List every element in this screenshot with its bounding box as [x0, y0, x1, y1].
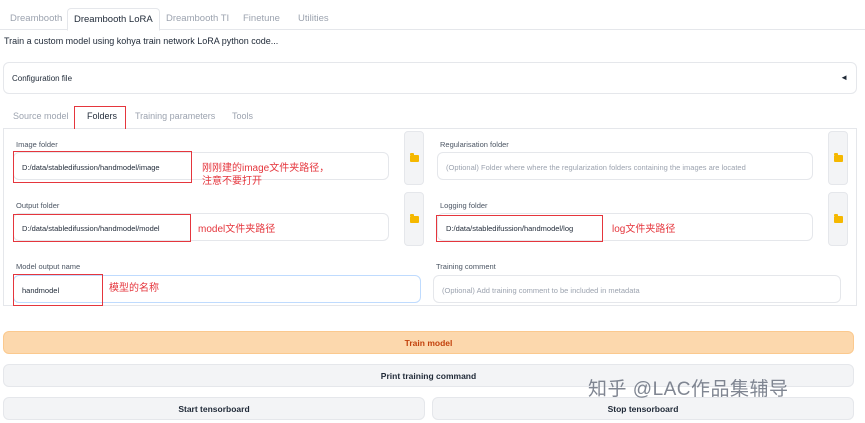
- start-tensorboard-button[interactable]: Start tensorboard: [3, 397, 425, 420]
- image-folder-annotation: 刚刚建的image文件夹路径， 注意不要打开: [202, 162, 329, 188]
- tab-utilities[interactable]: Utilities: [292, 8, 335, 30]
- folder-icon: [409, 152, 419, 162]
- regularisation-folder-browse-button[interactable]: [828, 131, 848, 185]
- model-output-name-input[interactable]: handmodel: [13, 275, 421, 303]
- image-annotation-line-1: 刚刚建的image文件夹路径，: [202, 163, 330, 174]
- tab-training-parameters[interactable]: Training parameters: [135, 111, 215, 121]
- sub-tab-bar: Source model Folders Training parameters…: [3, 107, 857, 129]
- tab-dreambooth[interactable]: Dreambooth: [4, 8, 68, 30]
- tab-dreambooth-lora[interactable]: Dreambooth LoRA: [67, 8, 160, 31]
- configuration-file-accordion[interactable]: Configuration file ◄: [3, 62, 857, 94]
- logging-folder-annotation: log文件夹路径: [612, 224, 676, 235]
- logging-folder-label: Logging folder: [440, 201, 488, 210]
- image-folder-input[interactable]: D:/data/stabledifussion/handmodel/image: [13, 152, 389, 180]
- model-output-name-annotation: 模型的名称: [109, 283, 159, 294]
- tab-tools[interactable]: Tools: [232, 111, 253, 121]
- top-tab-bar: Dreambooth Dreambooth LoRA Dreambooth TI…: [0, 8, 865, 31]
- image-folder-browse-button[interactable]: [404, 131, 424, 185]
- tab-finetune[interactable]: Finetune: [237, 8, 286, 30]
- configuration-file-label: Configuration file: [12, 74, 73, 83]
- regularisation-folder-label: Regularisation folder: [440, 140, 509, 149]
- output-folder-browse-button[interactable]: [404, 192, 424, 246]
- page-description: Train a custom model using kohya train n…: [4, 36, 279, 46]
- logging-folder-browse-button[interactable]: [828, 192, 848, 246]
- training-comment-input[interactable]: (Optional) Add training comment to be in…: [433, 275, 841, 303]
- output-folder-label: Output folder: [16, 201, 60, 210]
- image-annotation-line-2: 注意不要打开: [202, 176, 262, 187]
- train-model-button[interactable]: Train model: [3, 331, 854, 354]
- tab-folders[interactable]: Folders: [87, 111, 117, 121]
- folder-icon: [833, 213, 843, 223]
- collapse-arrow-icon[interactable]: ◄: [840, 73, 848, 82]
- folder-icon: [409, 213, 419, 223]
- model-output-name-label: Model output name: [16, 262, 81, 271]
- regularisation-folder-input[interactable]: (Optional) Folder where where the regula…: [437, 152, 813, 180]
- image-folder-label: Image folder: [16, 140, 58, 149]
- watermark: 知乎 @LAC作品集辅导: [588, 379, 789, 400]
- output-folder-annotation: model文件夹路径: [198, 224, 276, 235]
- tab-dreambooth-ti[interactable]: Dreambooth TI: [160, 8, 235, 30]
- folder-icon: [833, 152, 843, 162]
- tab-source-model[interactable]: Source model: [13, 111, 69, 121]
- training-comment-label: Training comment: [436, 262, 496, 271]
